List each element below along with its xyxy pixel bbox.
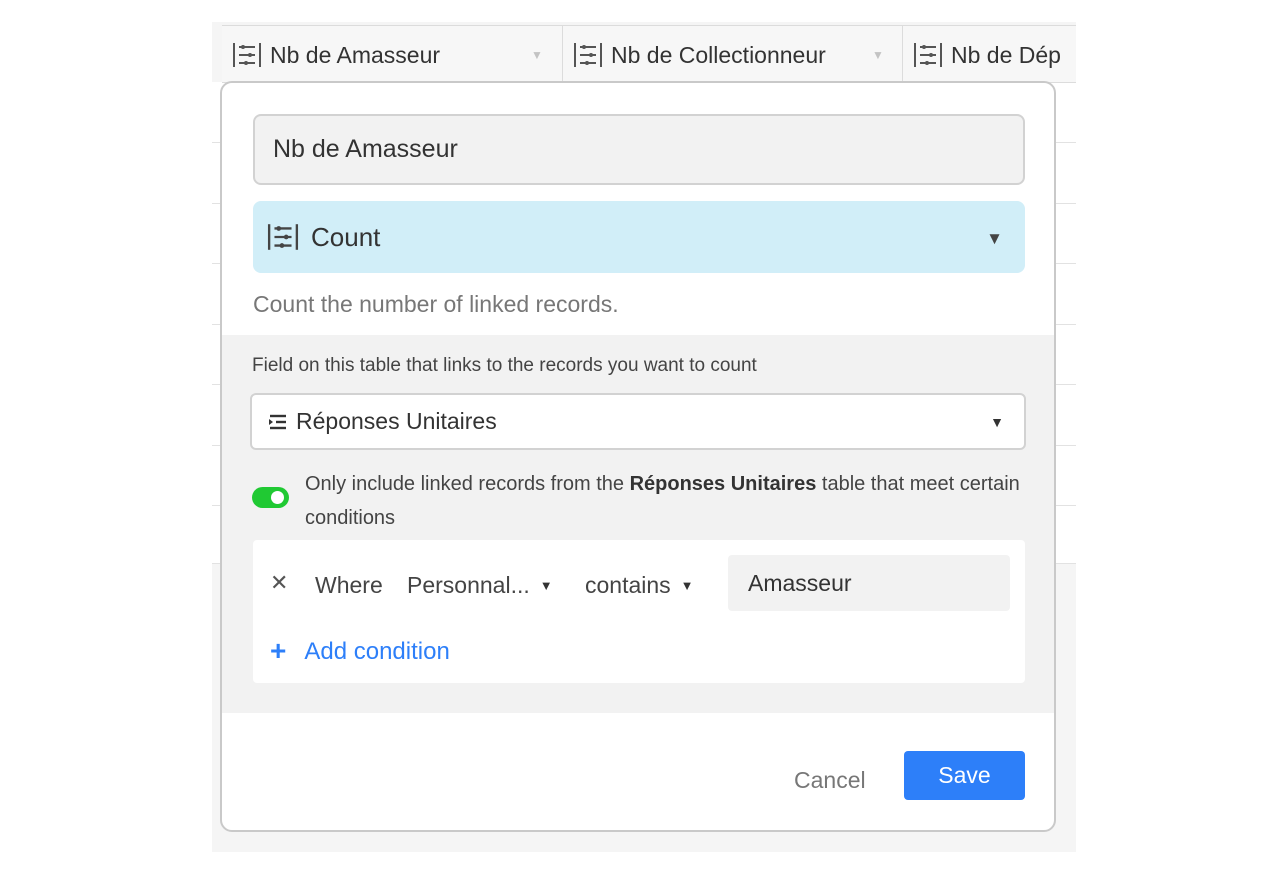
add-condition-label: Add condition: [304, 638, 450, 665]
chevron-down-icon: ▼: [680, 578, 694, 593]
linked-records-icon: [268, 413, 288, 431]
field-type-description: Count the number of linked records.: [253, 291, 619, 317]
column-header-label: Nb de Dép: [951, 41, 1061, 68]
toggle-text-before: Only include linked records from the: [305, 473, 630, 495]
filter-toggle-description: Only include linked records from the Rép…: [305, 467, 1035, 535]
count-icon: [267, 222, 299, 252]
field-name-input[interactable]: [253, 114, 1025, 185]
column-header-label: Nb de Amasseur: [270, 41, 441, 68]
add-condition-button[interactable]: + Add condition: [270, 635, 450, 668]
chevron-down-icon: ▼: [990, 414, 1004, 430]
toggle-table-name: Réponses Unitaires: [629, 473, 817, 495]
condition-field-select[interactable]: Personnal... ▼: [407, 572, 553, 599]
count-icon: [573, 41, 603, 69]
field-type-label: Count: [311, 221, 381, 252]
cancel-button[interactable]: Cancel: [794, 767, 866, 794]
plus-icon: +: [270, 635, 287, 666]
chevron-down-icon: ▼: [539, 578, 553, 593]
chevron-down-icon[interactable]: ▼: [872, 48, 884, 62]
link-field-label: Field on this table that links to the re…: [252, 355, 757, 376]
condition-where-label: Where: [315, 572, 383, 598]
link-field-select[interactable]: Réponses Unitaires ▼: [250, 393, 1026, 450]
save-button[interactable]: Save: [904, 751, 1025, 800]
condition-operator-select[interactable]: contains ▼: [585, 572, 694, 599]
field-type-select[interactable]: Count ▼: [253, 201, 1025, 273]
column-header-dep[interactable]: Nb de Dép: [903, 26, 1076, 82]
condition-value-input[interactable]: [728, 555, 1010, 611]
count-icon: [232, 41, 262, 69]
condition-field-label: Personnal...: [407, 572, 530, 598]
count-config-panel: Field on this table that links to the re…: [222, 335, 1054, 713]
link-field-label-value: Réponses Unitaires: [296, 408, 497, 434]
count-icon: [913, 41, 943, 69]
column-header-amasseur[interactable]: Nb de Amasseur ▼: [222, 26, 563, 82]
column-header-collectionneur[interactable]: Nb de Collectionneur ▼: [563, 26, 903, 82]
remove-condition-icon[interactable]: ✕: [270, 570, 288, 596]
chevron-down-icon[interactable]: ▼: [531, 48, 543, 62]
column-header-label: Nb de Collectionneur: [611, 41, 826, 68]
field-editor-dialog: Count ▼ Count the number of linked recor…: [220, 81, 1056, 832]
toggle-knob: [271, 491, 284, 504]
chevron-down-icon: ▼: [986, 229, 1003, 248]
conditions-box: ✕ Where Personnal... ▼ contains ▼ + Add co…: [253, 540, 1025, 683]
condition-operator-label: contains: [585, 572, 671, 598]
filter-linked-records-toggle[interactable]: [252, 487, 289, 508]
column-header-row: Nb de Amasseur ▼ Nb de Collectionneur ▼ …: [222, 25, 1076, 83]
